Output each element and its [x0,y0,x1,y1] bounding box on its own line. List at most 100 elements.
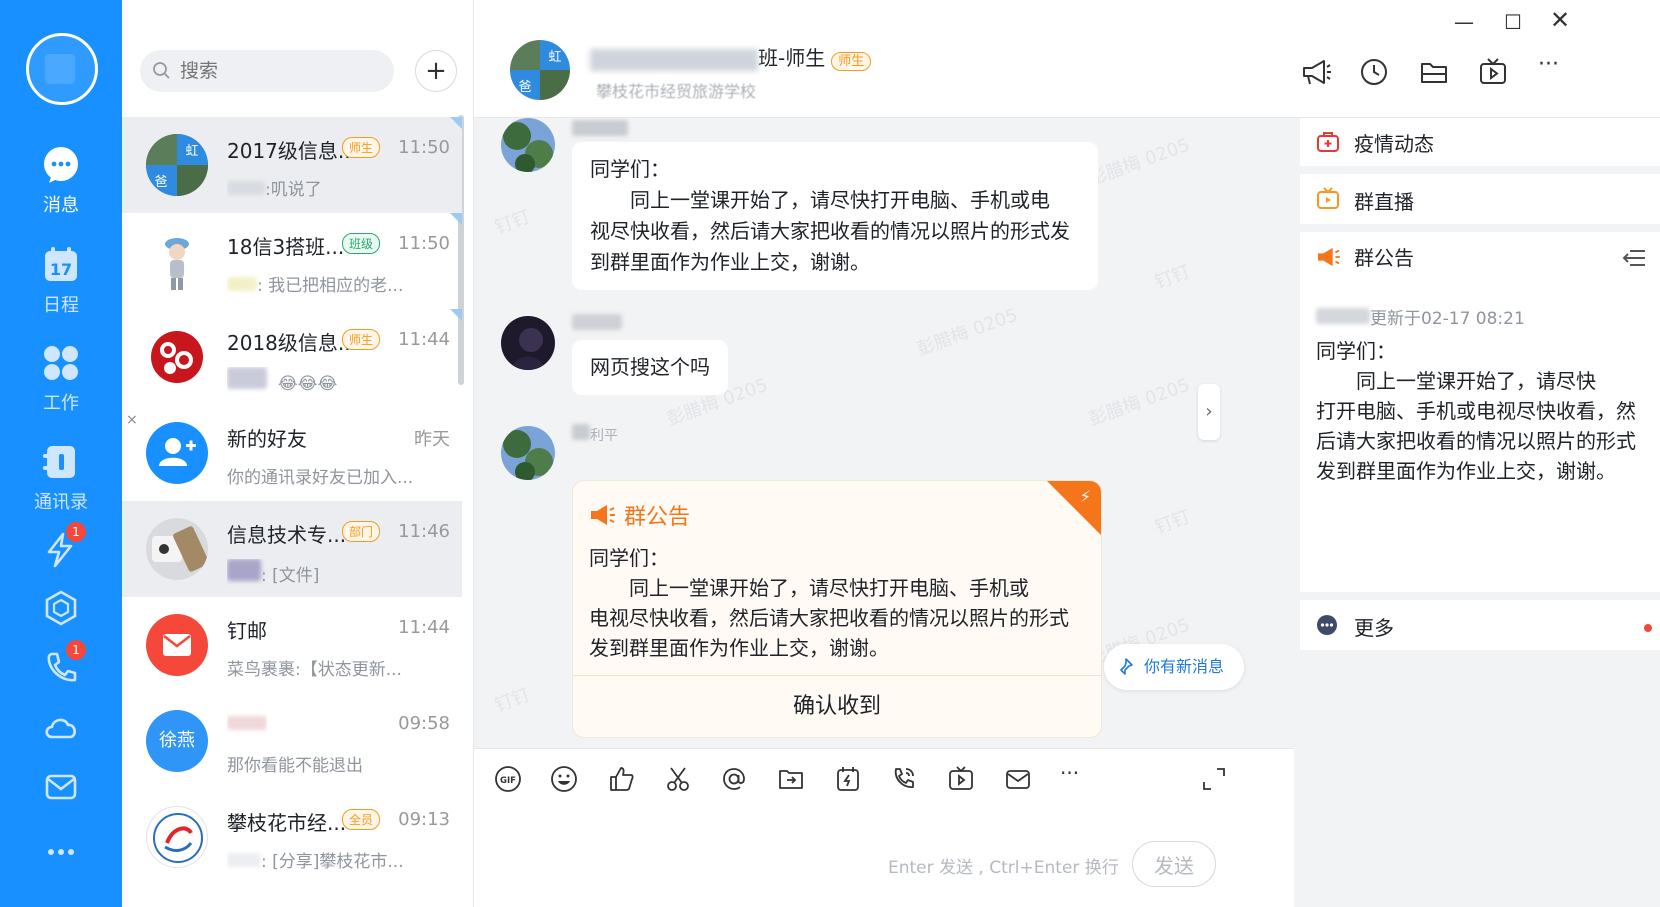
announcement-card[interactable]: ⚡ 群公告 同学们： 同上一堂课开始了，请尽快打开电脑、手机或 电视尽快收看，然… [572,480,1102,738]
announcement-body: 同学们： 同上一堂课开始了，请尽快打开电脑、手机或 电视尽快收看，然后请大家把收… [589,546,1069,660]
conversation-item[interactable]: 新的好友 昨天 你的通讯录好友已加入... [122,405,462,501]
unread-corner [450,117,462,129]
add-friend-icon [159,438,196,466]
conversation-item[interactable]: 18信3搭班... 班级 11:50 : 我已把相应的老... [122,213,462,309]
file-transfer-icon[interactable] [777,765,805,793]
nav-item-work[interactable]: 工作 [0,343,122,415]
announcement-label: 群公告 [1354,246,1414,270]
announcement-panel[interactable]: 群公告 更新于02-17 08:21 同学们： 同上一堂课开始了，请尽快 打开电… [1300,232,1660,592]
svg-text:17: 17 [50,260,72,279]
conversation-item[interactable]: 钉邮 11:44 菜鸟裹裹:【状态更新... [122,597,462,693]
mail-icon [45,774,77,800]
nav-label: 消息 [43,195,79,216]
maximize-button[interactable]: ☐ [1504,10,1522,34]
watermark: 彭腊梅 0205 [914,304,1021,361]
conversation-time: 11:44 [398,617,450,638]
live-tv-icon[interactable] [947,765,975,793]
watermark: 钉钉 [1152,261,1194,294]
conversation-item[interactable]: 徐燕 09:58 那你看能不能退出 [122,693,462,789]
cloud-icon [45,718,76,739]
conversation-item[interactable]: 2018级信息... 师生 11:44 😂😂😂 [122,309,462,405]
announcement-meta: 更新于02-17 08:21 [1316,304,1525,329]
more-icon[interactable]: ··· [1538,52,1559,77]
ding-calendar-icon[interactable] [834,765,862,793]
unread-corner [450,309,462,321]
conversation-item[interactable]: 虹爸 2017级信息... 师生 11:50 :叽说了 [122,117,462,213]
conversation-preview: 😂😂😂 [227,367,337,394]
conversation-name: 攀枝花市经... [227,811,347,835]
svg-text:虹: 虹 [548,50,561,65]
conversation-avatar [146,518,208,580]
conversation-avatar [146,230,208,292]
gif-icon[interactable]: GIF [494,765,522,793]
chat-title-tag: 师生 [831,52,872,71]
conversation-item[interactable]: 信息技术专... 部门 11:46 : [文件] [122,501,462,597]
nav-item-contacts[interactable]: 通讯录 [0,442,122,514]
folder-icon[interactable] [1418,56,1450,88]
medical-kit-icon [1317,132,1339,152]
nav-item-cloud[interactable] [0,707,122,747]
clock-icon[interactable] [1358,56,1390,88]
add-button[interactable]: + [415,50,457,92]
nav-item-mail[interactable] [0,767,122,807]
watermark: 彭腊梅 0205 [1086,374,1193,431]
expand-icon[interactable] [1200,765,1228,793]
mail-icon[interactable] [1004,765,1032,793]
nav-item-workspace[interactable] [0,588,122,628]
confirm-receipt-button[interactable]: 确认收到 [573,675,1101,737]
emoji-icon[interactable] [550,765,578,793]
new-message-pill[interactable]: 你有新消息 [1104,644,1244,690]
conversation-avatar [146,326,208,388]
message-sender: 利平 [572,424,618,445]
search-icon [153,62,170,79]
panel-toggle-chevron-icon[interactable]: › [1198,384,1220,440]
nav-item-messages[interactable]: 消息 [0,145,122,217]
more-dots-icon [48,849,74,855]
minimize-button[interactable]: — [1454,10,1474,34]
megaphone-icon[interactable] [1300,56,1332,88]
message-sender [572,314,622,334]
nav-label: 通讯录 [34,492,88,513]
epidemic-label: 疫情动态 [1354,132,1434,156]
lightning-icon: ⚡ [1079,487,1091,506]
conversation-time: 11:50 [398,233,450,254]
user-avatar[interactable] [26,33,98,105]
contacts-icon [43,446,75,478]
message-sender [572,120,628,140]
input-area[interactable]: GIF ··· Enter 发送 , Ctrl+Enter 换行 发送 [474,748,1294,907]
conversation-preview: 菜鸟裹裹:【状态更新... [227,660,402,680]
watermark: 彭腊梅 0205 [1086,134,1193,191]
group-avatar[interactable]: 虹爸 [510,40,570,100]
conversation-tag: 师生 [342,137,381,158]
live-tv-icon[interactable] [1477,56,1509,88]
message-avatar[interactable] [501,316,555,370]
nav-label: 日程 [43,295,79,316]
search-input[interactable] [180,56,380,86]
conversation-tag: 师生 [342,329,381,350]
nav-item-calendar[interactable]: 17 日程 [0,245,122,317]
conversation-item[interactable]: 攀枝花市经... 全员 09:13 : [分享]攀枝花市... [122,789,462,885]
nav-item-ding[interactable]: 1 [0,522,122,570]
nav-item-more[interactable] [0,832,122,872]
search-box[interactable] [140,50,394,92]
more-icon[interactable]: ··· [1060,761,1088,789]
voice-call-icon[interactable] [890,765,918,793]
mention-icon[interactable] [720,765,748,793]
message-avatar[interactable] [501,118,555,172]
collapse-list-icon[interactable] [1622,248,1646,268]
apps-icon [44,346,78,380]
send-button[interactable]: 发送 [1132,841,1216,887]
conversation-preview: : [文件] [227,559,319,586]
input-hint: Enter 发送 , Ctrl+Enter 换行 [888,858,1119,878]
svg-text:爸: 爸 [518,80,531,95]
scissors-icon[interactable] [664,765,692,793]
epidemic-entry[interactable]: 疫情动态 [1300,118,1660,166]
close-button[interactable]: ✕ [1550,6,1570,34]
more-entry[interactable]: 更多 [1300,600,1660,650]
conversation-tag: 全员 [342,809,381,830]
nav-item-phone[interactable]: 1 [0,640,122,688]
message-avatar[interactable] [501,426,555,480]
conversation-preview: : 我已把相应的老... [227,271,403,296]
group-live-entry[interactable]: 群直播 [1300,174,1660,224]
thumbs-up-icon[interactable] [607,765,635,793]
